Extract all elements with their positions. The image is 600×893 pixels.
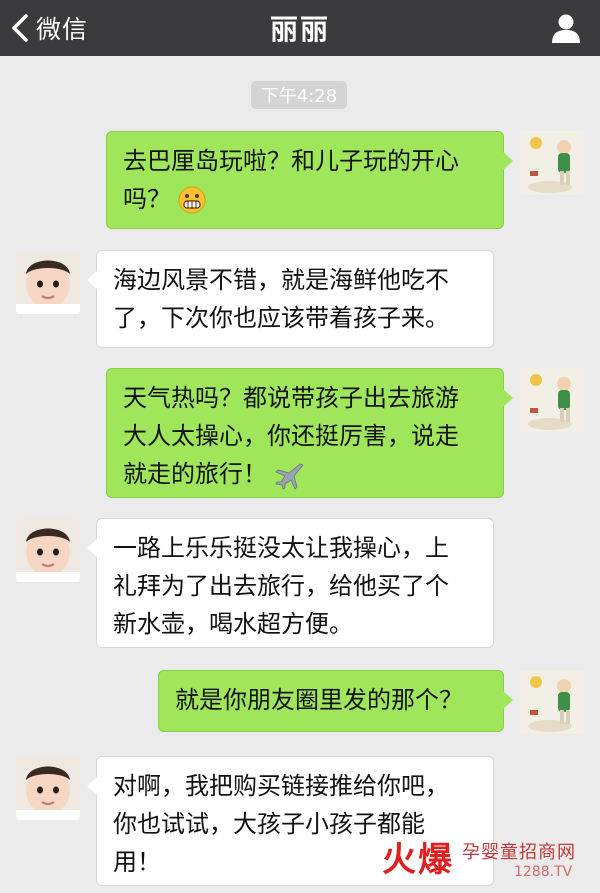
received-message-bubble[interactable]: 一路上乐乐挺没太让我操心，上 礼拜为了出去旅行，给他买了个 新水壶，喝水超方便。 xyxy=(87,518,494,648)
message-line: 吗？ xyxy=(123,185,171,213)
my-avatar[interactable] xyxy=(520,131,584,195)
grinning-face-emoji-icon xyxy=(178,186,206,214)
message-line: 礼拜为了出去旅行，给他买了个 xyxy=(113,572,449,600)
message-row: 天气热吗？都说带孩子出去旅游 大人太操心，你还挺厉害，说走 就走的旅行！ xyxy=(0,368,600,498)
contact-avatar[interactable] xyxy=(16,518,80,582)
message-line: 对啊，我把购买链接推给你吧， xyxy=(113,772,449,800)
baby-avatar-icon xyxy=(16,250,80,314)
received-message-bubble[interactable]: 海边风景不错，就是海鲜他吃不 了，下次你也应该带着孩子来。 xyxy=(87,250,494,348)
watermark-logo: 火爆 xyxy=(382,840,454,880)
cartoon-child-avatar-icon xyxy=(520,368,584,432)
cartoon-child-avatar-icon xyxy=(520,131,584,195)
sent-message-bubble[interactable]: 去巴厘岛玩啦？和儿子玩的开心 吗？ xyxy=(106,131,513,229)
chat-title: 丽丽 xyxy=(269,13,330,46)
sent-message-bubble[interactable]: 天气热吗？都说带孩子出去旅游 大人太操心，你还挺厉害，说走 就走的旅行！ xyxy=(106,368,513,498)
message-row: 去巴厘岛玩啦？和儿子玩的开心 吗？ xyxy=(0,131,600,229)
sent-message-bubble[interactable]: 就是你朋友圈里发的那个？ xyxy=(158,670,513,732)
baby-avatar-icon xyxy=(16,756,80,820)
watermark-url: 1288.TV xyxy=(514,864,573,880)
watermark: 火爆 孕婴童招商网 1288.TV xyxy=(382,832,592,888)
cartoon-child-avatar-icon xyxy=(520,670,584,734)
baby-avatar-icon xyxy=(16,518,80,582)
message-line: 天气热吗？都说带孩子出去旅游 xyxy=(123,384,459,412)
message-line: 去巴厘岛玩啦？和儿子玩的开心 xyxy=(123,147,459,175)
message-line: 就是你朋友圈里发的那个？ xyxy=(175,686,463,714)
message-line: 大人太操心，你还挺厉害，说走 xyxy=(123,422,459,450)
message-line: 新水壶，喝水超方便。 xyxy=(113,610,353,638)
watermark-text: 孕婴童招商网 xyxy=(462,842,576,863)
message-row: 一路上乐乐挺没太让我操心，上 礼拜为了出去旅行，给他买了个 新水壶，喝水超方便。 xyxy=(0,518,600,648)
message-row: 海边风景不错，就是海鲜他吃不 了，下次你也应该带着孩子来。 xyxy=(0,250,600,348)
nav-bar: 微信 丽丽 xyxy=(0,0,600,56)
message-line: 了，下次你也应该带着孩子来。 xyxy=(113,304,449,332)
message-line: 海边风景不错，就是海鲜他吃不 xyxy=(113,266,449,294)
message-row: 就是你朋友圈里发的那个？ xyxy=(0,670,600,736)
contact-avatar[interactable] xyxy=(16,250,80,314)
message-line-with-emoji: 就走的旅行！ xyxy=(123,455,487,493)
message-line: 就走的旅行！ xyxy=(123,460,267,488)
message-line: 一路上乐乐挺没太让我操心，上 xyxy=(113,534,449,562)
contact-avatar[interactable] xyxy=(16,756,80,820)
my-avatar[interactable] xyxy=(520,670,584,734)
timestamp: 下午4:28 xyxy=(251,81,347,109)
my-avatar[interactable] xyxy=(520,368,584,432)
person-icon[interactable] xyxy=(550,12,582,44)
airplane-emoji-icon xyxy=(275,463,303,490)
message-line-with-emoji: 吗？ xyxy=(123,180,487,218)
